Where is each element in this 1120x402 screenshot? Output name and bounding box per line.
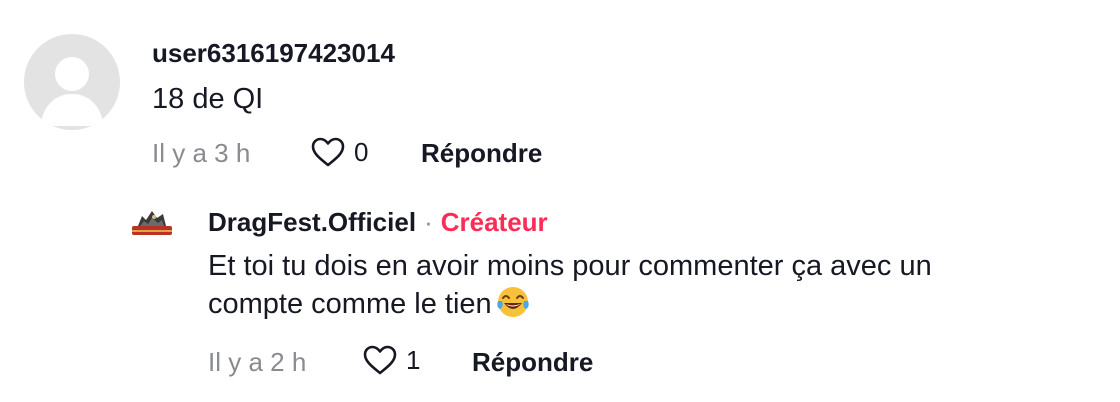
- creator-badge: Créateur: [440, 207, 548, 237]
- reply-button[interactable]: Répondre: [472, 347, 593, 377]
- reply-like-button[interactable]: 1: [362, 344, 420, 376]
- heart-icon: [311, 137, 345, 167]
- comment-timestamp: Il y a 3 h: [152, 138, 251, 168]
- face-with-tears-of-joy-icon: [497, 287, 529, 317]
- like-count: 1: [406, 345, 421, 375]
- reply-text-line-2-text: compte comme le tien: [208, 288, 492, 320]
- separator-dot: ·: [424, 207, 433, 237]
- like-count: 0: [354, 137, 369, 167]
- comment-text: 18 de QI: [152, 83, 264, 115]
- reply-text-line-2: compte comme le tien: [208, 285, 1088, 323]
- reply-button[interactable]: Répondre: [421, 138, 542, 168]
- reply-header: DragFest.Officiel · Créateur: [208, 207, 548, 237]
- default-avatar-icon: [40, 57, 104, 126]
- heart-icon: [363, 345, 397, 375]
- reply-timestamp: Il y a 2 h: [208, 347, 307, 377]
- creator-avatar[interactable]: [130, 208, 174, 240]
- dragfest-logo-icon: [132, 211, 172, 235]
- comment-like-button[interactable]: 0: [310, 136, 368, 168]
- reply-username[interactable]: DragFest.Officiel: [208, 207, 416, 237]
- reply-text-line-1: Et toi tu dois en avoir moins pour comme…: [208, 250, 932, 282]
- comment-username[interactable]: user6316197423014: [152, 38, 395, 68]
- avatar[interactable]: [24, 34, 120, 130]
- reply-text: Et toi tu dois en avoir moins pour comme…: [208, 247, 1088, 323]
